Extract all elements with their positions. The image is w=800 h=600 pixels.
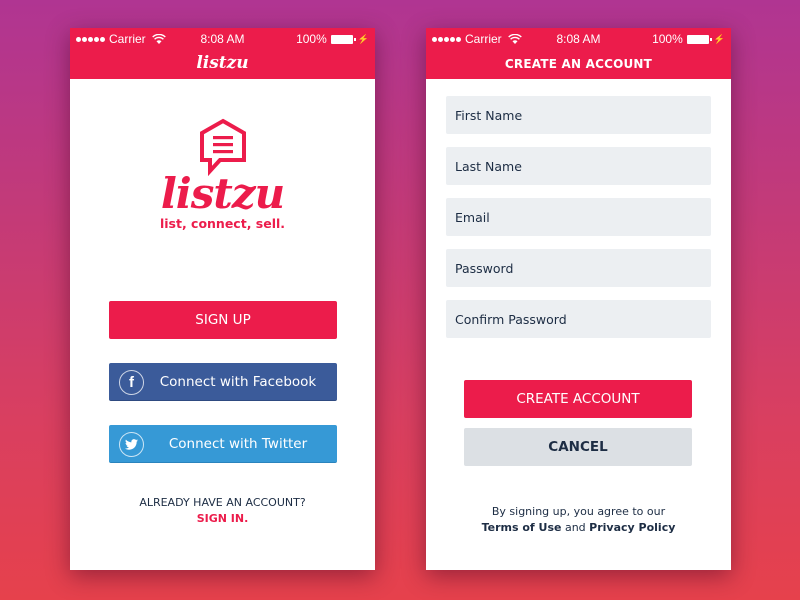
status-bar: Carrier 8:08 AM 100% ⚡	[70, 28, 375, 50]
sign-up-label: SIGN UP	[195, 312, 251, 328]
already-have-account-text: ALREADY HAVE AN ACCOUNT?	[139, 496, 306, 509]
first-name-field[interactable]: First Name	[446, 96, 711, 134]
nav-brand-title: listzu	[196, 53, 249, 73]
connect-twitter-button[interactable]: Connect with Twitter	[109, 425, 337, 463]
confirm-password-placeholder: Confirm Password	[455, 311, 567, 327]
page-title: CREATE AN ACCOUNT	[504, 57, 653, 71]
cancel-button[interactable]: CANCEL	[464, 428, 692, 466]
last-name-field[interactable]: Last Name	[446, 147, 711, 185]
create-account-button[interactable]: CREATE ACCOUNT	[464, 380, 692, 418]
bolt-icon: ⚡	[357, 33, 369, 44]
terms-and-text: and	[561, 521, 590, 534]
top-bar: Carrier 8:08 AM 100% ⚡ CREATE AN ACCOUNT	[426, 28, 731, 79]
battery-percent: 100%	[296, 32, 327, 46]
welcome-screen: Carrier 8:08 AM 100% ⚡ listzu listzu lis…	[70, 28, 375, 570]
facebook-icon: f	[119, 370, 144, 395]
first-name-placeholder: First Name	[455, 107, 523, 123]
terms-of-use-link[interactable]: Terms of Use	[482, 521, 562, 534]
battery-percent: 100%	[652, 32, 683, 46]
house-chat-list-icon	[199, 118, 246, 176]
bolt-icon: ⚡	[713, 33, 725, 44]
connect-facebook-label: Connect with Facebook	[159, 373, 317, 390]
connect-twitter-label: Connect with Twitter	[168, 435, 308, 452]
twitter-icon	[119, 432, 144, 457]
email-field[interactable]: Email	[446, 198, 711, 236]
cancel-label: CANCEL	[548, 439, 608, 455]
email-placeholder: Email	[455, 209, 490, 225]
create-account-label: CREATE ACCOUNT	[516, 391, 640, 407]
battery-icon	[686, 34, 712, 44]
connect-facebook-button[interactable]: f Connect with Facebook	[109, 363, 337, 401]
top-bar: Carrier 8:08 AM 100% ⚡ listzu	[70, 28, 375, 79]
terms-links: Terms of Use and Privacy Policy	[426, 521, 731, 534]
password-placeholder: Password	[455, 260, 514, 276]
logo-wordmark: listzu	[160, 169, 285, 218]
confirm-password-field[interactable]: Confirm Password	[446, 300, 711, 338]
password-field[interactable]: Password	[446, 249, 711, 287]
battery-icon	[330, 34, 356, 44]
status-bar: Carrier 8:08 AM 100% ⚡	[426, 28, 731, 50]
last-name-placeholder: Last Name	[455, 158, 522, 174]
terms-notice: By signing up, you agree to our	[491, 505, 666, 518]
create-account-screen: Carrier 8:08 AM 100% ⚡ CREATE AN ACCOUNT…	[426, 28, 731, 570]
app-logo: listzu list, connect, sell.	[70, 118, 375, 231]
privacy-policy-link[interactable]: Privacy Policy	[589, 521, 675, 534]
sign-in-link[interactable]: SIGN IN.	[70, 512, 375, 525]
logo-tagline: list, connect, sell.	[159, 216, 286, 231]
sign-up-button[interactable]: SIGN UP	[109, 301, 337, 339]
